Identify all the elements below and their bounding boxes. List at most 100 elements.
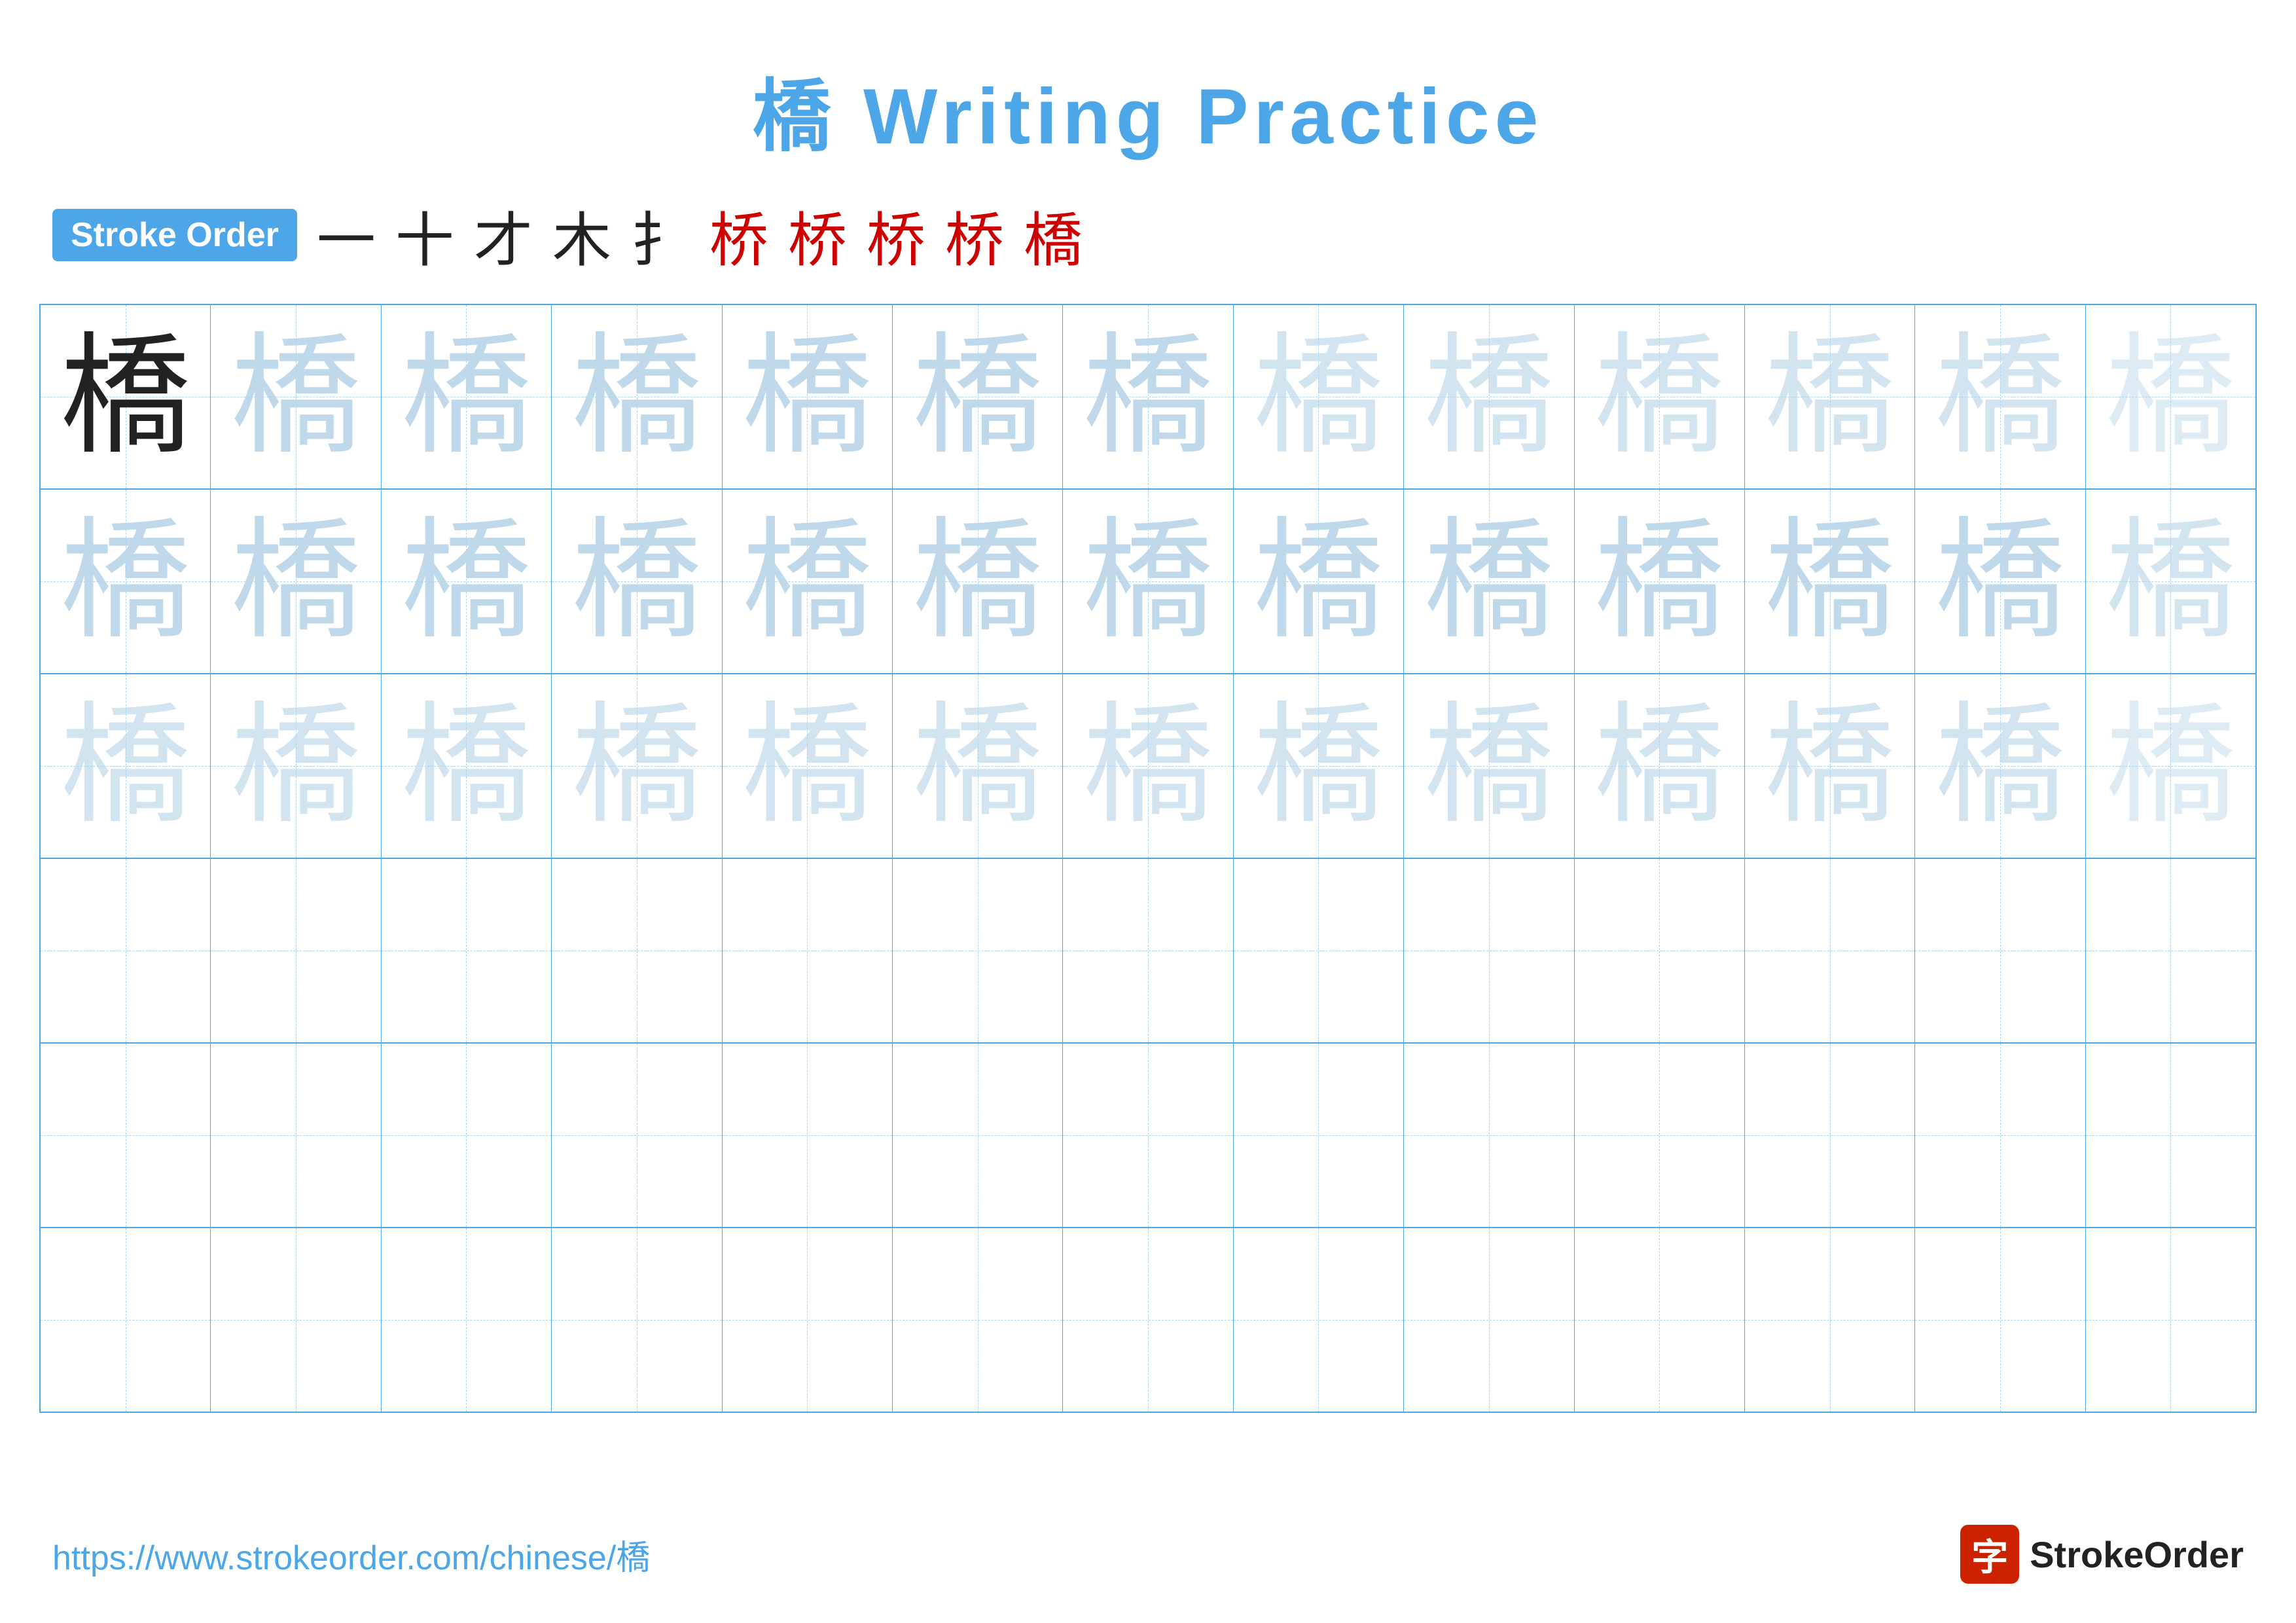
grid-cell-4-13[interactable] <box>2086 859 2255 1042</box>
grid-cell-3-12[interactable]: 橋 <box>1915 674 2085 858</box>
grid-cell-4-6[interactable] <box>893 859 1063 1042</box>
stroke-4: 木 <box>552 192 611 278</box>
grid-cell-4-2[interactable] <box>211 859 381 1042</box>
grid-cell-4-9[interactable] <box>1404 859 1574 1042</box>
char-light2: 橋 <box>1935 331 2066 462</box>
footer-url[interactable]: https://www.strokeorder.com/chinese/橋 <box>52 1530 650 1579</box>
grid-cell-6-9[interactable] <box>1404 1228 1574 1412</box>
grid-cell-4-4[interactable] <box>552 859 722 1042</box>
char-light2: 橋 <box>1765 701 1895 831</box>
grid-cell-3-3[interactable]: 橋 <box>382 674 552 858</box>
grid-cell-6-3[interactable] <box>382 1228 552 1412</box>
char-light2: 橋 <box>912 701 1043 831</box>
grid-cell-2-4[interactable]: 橋 <box>552 490 722 673</box>
grid-cell-5-8[interactable] <box>1234 1044 1404 1227</box>
grid-cell-1-1[interactable]: 橋 <box>41 305 211 488</box>
grid-cell-5-7[interactable] <box>1063 1044 1233 1227</box>
grid-cell-1-10[interactable]: 橋 <box>1575 305 1745 488</box>
grid-cell-2-7[interactable]: 橋 <box>1063 490 1233 673</box>
grid-cell-6-10[interactable] <box>1575 1228 1745 1412</box>
char-light1: 橋 <box>401 331 531 462</box>
char-light1: 橋 <box>1083 331 1213 462</box>
grid-cell-4-10[interactable] <box>1575 859 1745 1042</box>
grid-cell-2-5[interactable]: 橋 <box>723 490 893 673</box>
grid-cell-1-9[interactable]: 橋 <box>1404 305 1574 488</box>
grid-cell-6-2[interactable] <box>211 1228 381 1412</box>
grid-cell-4-11[interactable] <box>1745 859 1915 1042</box>
grid-cell-4-8[interactable] <box>1234 859 1404 1042</box>
grid-cell-3-13[interactable]: 橋 <box>2086 674 2255 858</box>
grid-cell-1-6[interactable]: 橋 <box>893 305 1063 488</box>
grid-cell-2-6[interactable]: 橋 <box>893 490 1063 673</box>
grid-cell-3-4[interactable]: 橋 <box>552 674 722 858</box>
grid-cell-1-12[interactable]: 橋 <box>1915 305 2085 488</box>
char-light2: 橋 <box>230 701 361 831</box>
char-light1: 橋 <box>1935 516 2066 647</box>
grid-cell-3-5[interactable]: 橋 <box>723 674 893 858</box>
grid-cell-6-5[interactable] <box>723 1228 893 1412</box>
char-light1: 橋 <box>230 331 361 462</box>
grid-cell-3-9[interactable]: 橋 <box>1404 674 1574 858</box>
grid-cell-2-1[interactable]: 橋 <box>41 490 211 673</box>
grid-cell-2-11[interactable]: 橋 <box>1745 490 1915 673</box>
grid-cell-6-6[interactable] <box>893 1228 1063 1412</box>
grid-cell-6-1[interactable] <box>41 1228 211 1412</box>
grid-cell-6-13[interactable] <box>2086 1228 2255 1412</box>
grid-cell-2-2[interactable]: 橋 <box>211 490 381 673</box>
char-light2: 橋 <box>1083 701 1213 831</box>
char-light1: 橋 <box>1424 516 1554 647</box>
grid-cell-2-12[interactable]: 橋 <box>1915 490 2085 673</box>
grid-cell-5-5[interactable] <box>723 1044 893 1227</box>
grid-cell-1-7[interactable]: 橋 <box>1063 305 1233 488</box>
grid-cell-5-4[interactable] <box>552 1044 722 1227</box>
grid-cell-3-10[interactable]: 橋 <box>1575 674 1745 858</box>
grid-cell-3-1[interactable]: 橋 <box>41 674 211 858</box>
grid-cell-6-11[interactable] <box>1745 1228 1915 1412</box>
grid-cell-4-5[interactable] <box>723 859 893 1042</box>
page-title: 橋 Writing Practice <box>0 0 2296 166</box>
stroke-7: 桥 <box>788 192 847 278</box>
grid-cell-3-6[interactable]: 橋 <box>893 674 1063 858</box>
grid-cell-1-8[interactable]: 橋 <box>1234 305 1404 488</box>
grid-cell-3-8[interactable]: 橋 <box>1234 674 1404 858</box>
grid-cell-6-12[interactable] <box>1915 1228 2085 1412</box>
practice-grid: 橋 橋 橋 橋 橋 橋 橋 橋 橋 橋 橋 橋 <box>39 304 2257 1413</box>
grid-cell-1-13[interactable]: 橋 <box>2086 305 2255 488</box>
grid-cell-6-8[interactable] <box>1234 1228 1404 1412</box>
grid-cell-4-3[interactable] <box>382 859 552 1042</box>
char-light2: 橋 <box>742 701 872 831</box>
grid-cell-5-11[interactable] <box>1745 1044 1915 1227</box>
grid-cell-6-7[interactable] <box>1063 1228 1233 1412</box>
char-light1: 橋 <box>912 331 1043 462</box>
grid-cell-2-9[interactable]: 橋 <box>1404 490 1574 673</box>
char-light2: 橋 <box>1424 701 1554 831</box>
grid-cell-1-4[interactable]: 橋 <box>552 305 722 488</box>
grid-cell-5-6[interactable] <box>893 1044 1063 1227</box>
grid-cell-5-2[interactable] <box>211 1044 381 1227</box>
grid-cell-1-11[interactable]: 橋 <box>1745 305 1915 488</box>
grid-cell-1-2[interactable]: 橋 <box>211 305 381 488</box>
grid-cell-5-9[interactable] <box>1404 1044 1574 1227</box>
grid-cell-2-8[interactable]: 橋 <box>1234 490 1404 673</box>
grid-cell-4-7[interactable] <box>1063 859 1233 1042</box>
grid-cell-2-3[interactable]: 橋 <box>382 490 552 673</box>
grid-cell-3-11[interactable]: 橋 <box>1745 674 1915 858</box>
grid-cell-5-13[interactable] <box>2086 1044 2255 1227</box>
grid-cell-6-4[interactable] <box>552 1228 722 1412</box>
char-light1: 橋 <box>742 331 872 462</box>
grid-cell-5-1[interactable] <box>41 1044 211 1227</box>
char-light1: 橋 <box>60 516 191 647</box>
grid-cell-4-1[interactable] <box>41 859 211 1042</box>
grid-cell-5-3[interactable] <box>382 1044 552 1227</box>
grid-cell-5-12[interactable] <box>1915 1044 2085 1227</box>
grid-cell-2-13[interactable]: 橋 <box>2086 490 2255 673</box>
grid-cell-3-2[interactable]: 橋 <box>211 674 381 858</box>
grid-cell-4-12[interactable] <box>1915 859 2085 1042</box>
grid-cell-3-7[interactable]: 橋 <box>1063 674 1233 858</box>
char-light1: 橋 <box>571 331 702 462</box>
grid-cell-2-10[interactable]: 橋 <box>1575 490 1745 673</box>
grid-cell-1-3[interactable]: 橋 <box>382 305 552 488</box>
char-light1: 橋 <box>571 516 702 647</box>
grid-cell-5-10[interactable] <box>1575 1044 1745 1227</box>
grid-cell-1-5[interactable]: 橋 <box>723 305 893 488</box>
